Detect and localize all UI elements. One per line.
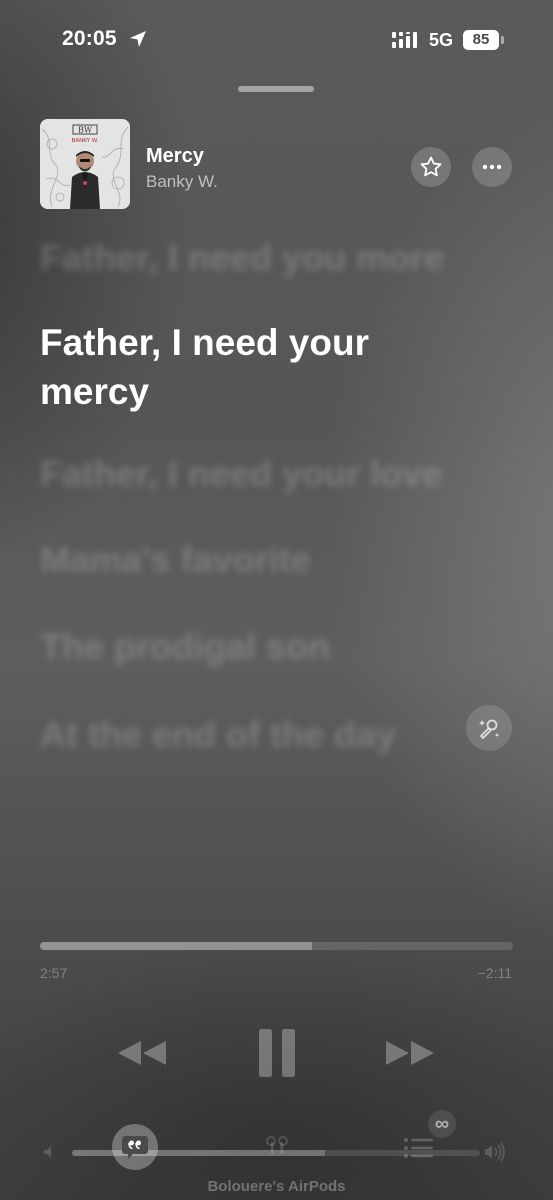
favorite-button[interactable]: [411, 147, 451, 187]
svg-text:BANKY W.: BANKY W.: [72, 138, 99, 144]
song-artist[interactable]: Banky W.: [146, 172, 218, 192]
lyrics-button[interactable]: [112, 1124, 158, 1170]
airpods-icon[interactable]: [262, 1132, 292, 1162]
forward-button[interactable]: [380, 1025, 440, 1081]
sheet-grabber[interactable]: [238, 86, 314, 92]
output-device-label[interactable]: Bolouere's AirPods: [0, 1178, 553, 1195]
location-arrow-icon: [130, 31, 146, 47]
album-art-image: BW BANKY W.: [40, 119, 130, 209]
quote-bubble-icon: [122, 1136, 148, 1159]
star-icon: [420, 156, 442, 177]
volume-low-icon: [44, 1146, 51, 1158]
pause-button[interactable]: [252, 1025, 302, 1081]
backward-icon: [118, 1041, 166, 1065]
pause-icon: [259, 1029, 295, 1077]
status-bar: 20:05 5G 85: [0, 0, 553, 80]
network-type: 5G: [429, 30, 454, 50]
forward-icon: [386, 1041, 434, 1065]
remaining-time: −2:11: [477, 965, 512, 981]
lyric-line-current[interactable]: Father, I need your mercy: [40, 318, 370, 416]
cellular-signal-icon: [392, 32, 417, 48]
elapsed-time: 2:57: [40, 965, 68, 981]
singalong-button[interactable]: [466, 705, 512, 751]
autoplay-badge[interactable]: ∞: [428, 1110, 456, 1138]
lyric-line-next-1[interactable]: Father, I need your love: [40, 452, 442, 495]
album-art[interactable]: BW BANKY W.: [40, 119, 130, 209]
song-title[interactable]: Mercy: [146, 145, 204, 168]
battery-indicator: 85: [463, 30, 499, 50]
playback-progress-bar[interactable]: [40, 942, 513, 950]
more-button[interactable]: [472, 147, 512, 187]
status-time: 20:05: [62, 27, 117, 50]
svg-text:BW: BW: [78, 126, 93, 135]
lyric-line-next-3[interactable]: The prodigal son: [40, 625, 330, 668]
playback-progress-fill: [40, 942, 312, 950]
battery-cap: [501, 36, 504, 44]
ellipsis-icon: [482, 164, 502, 170]
rewind-button[interactable]: [112, 1025, 172, 1081]
list-icon[interactable]: [402, 1134, 438, 1162]
lyric-line-previous[interactable]: Father, I need you more: [40, 236, 444, 279]
microphone-sparkle-icon: [479, 719, 499, 739]
volume-high-icon: [485, 1142, 505, 1162]
lyric-line-next-4[interactable]: At the end of the day: [40, 713, 396, 756]
lyric-line-next-2[interactable]: Mama's favorite: [40, 538, 311, 581]
